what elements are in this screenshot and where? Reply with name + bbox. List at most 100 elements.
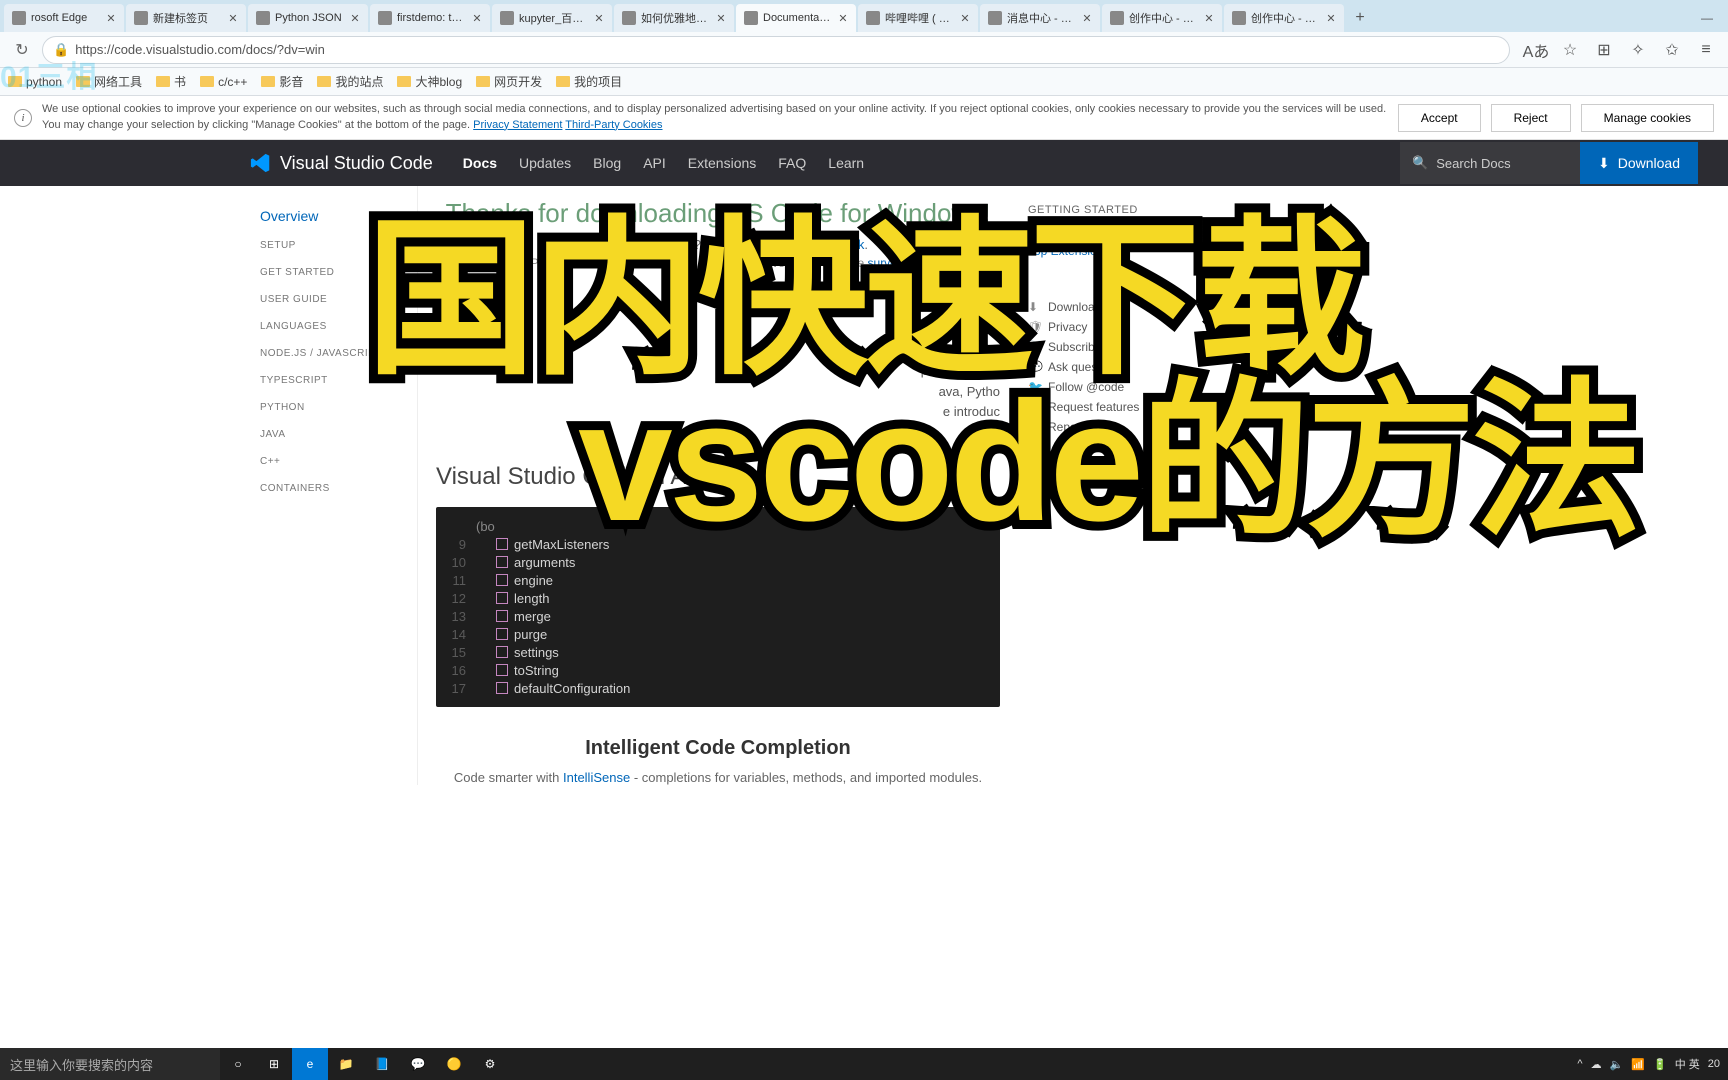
taskbar-search[interactable]: 这里输入你要搜索的内容 bbox=[0, 1048, 220, 1080]
close-icon[interactable]: ✕ bbox=[714, 11, 728, 25]
browser-tab-bar: rosoft Edge✕ 新建标签页✕ Python JSON✕ firstde… bbox=[0, 0, 1728, 32]
privacy-link[interactable]: Privacy Statement bbox=[473, 119, 562, 131]
browser-tab[interactable]: 创作中心 - 哔哩哔✕ bbox=[1224, 4, 1344, 32]
close-icon[interactable]: ✕ bbox=[1202, 11, 1216, 25]
browser-tab[interactable]: 新建标签页✕ bbox=[126, 4, 246, 32]
close-icon[interactable]: ✕ bbox=[104, 11, 118, 25]
browser-tab[interactable]: 消息中心 - 哔哩哔✕ bbox=[980, 4, 1100, 32]
nav-extensions[interactable]: Extensions bbox=[688, 155, 756, 171]
manage-cookies-button[interactable]: Manage cookies bbox=[1581, 104, 1714, 132]
sidebar-python[interactable]: PYTHON bbox=[260, 398, 417, 417]
accept-button[interactable]: Accept bbox=[1398, 104, 1481, 132]
tray-chevron-icon[interactable]: ^ bbox=[1577, 1058, 1582, 1070]
close-icon[interactable]: ✕ bbox=[836, 11, 850, 25]
bookmark-folder[interactable]: 大神blog bbox=[397, 73, 462, 90]
sidebar-containers[interactable]: CONTAINERS bbox=[260, 479, 417, 498]
browser-tab-active[interactable]: Documentation f✕ bbox=[736, 4, 856, 32]
nav-faq[interactable]: FAQ bbox=[778, 155, 806, 171]
sidebar-typescript[interactable]: TYPESCRIPT bbox=[260, 371, 417, 390]
sidebar-link[interactable]: VS Code in Action bbox=[1028, 224, 1198, 238]
favorites-icon[interactable]: ☆ bbox=[1556, 36, 1584, 64]
tray-battery-icon[interactable]: 🔋 bbox=[1653, 1058, 1667, 1071]
collections-icon[interactable]: ⊞ bbox=[1590, 36, 1618, 64]
bookmark-folder[interactable]: 网页开发 bbox=[476, 73, 542, 90]
tray-wifi-icon[interactable]: 📶 bbox=[1631, 1058, 1645, 1071]
nav-blog[interactable]: Blog bbox=[593, 155, 621, 171]
app-icon[interactable]: 📘 bbox=[364, 1048, 400, 1080]
bookmark-folder[interactable]: 我的站点 bbox=[317, 73, 383, 90]
nav-learn[interactable]: Learn bbox=[828, 155, 864, 171]
tray-ime[interactable]: 中 英 bbox=[1675, 1056, 1700, 1072]
cortana-icon[interactable]: ○ bbox=[220, 1048, 256, 1080]
tray-clock[interactable]: 20 bbox=[1708, 1058, 1720, 1070]
sidebar-link[interactable]: 💡Request features bbox=[1028, 400, 1198, 414]
refresh-button[interactable]: ↻ bbox=[8, 36, 36, 64]
sidebar-languages[interactable]: LANGUAGES bbox=[260, 317, 417, 336]
nav-api[interactable]: API bbox=[643, 155, 666, 171]
obs-icon[interactable]: ⚙ bbox=[472, 1048, 508, 1080]
browser-tab[interactable]: Python JSON✕ bbox=[248, 4, 368, 32]
taskview-icon[interactable]: ⊞ bbox=[256, 1048, 292, 1080]
sidebar-nodejs[interactable]: NODE.JS / JAVASCRIPT bbox=[260, 344, 417, 363]
add-favorite-icon[interactable]: ✩ bbox=[1658, 36, 1686, 64]
read-aloud-icon[interactable]: Aあ bbox=[1522, 36, 1550, 64]
edge-icon[interactable]: e bbox=[292, 1048, 328, 1080]
tray-cloud-icon[interactable]: ☁ bbox=[1591, 1058, 1602, 1071]
minimize-button[interactable]: — bbox=[1686, 4, 1728, 32]
search-docs-input[interactable]: 🔍Search Docs bbox=[1400, 142, 1580, 184]
bookmark-folder[interactable]: python bbox=[8, 75, 62, 89]
direct-download-link[interactable]: direct download link bbox=[750, 237, 864, 252]
nav-updates[interactable]: Updates bbox=[519, 155, 571, 171]
reject-button[interactable]: Reject bbox=[1491, 104, 1571, 132]
browser-tab[interactable]: firstdemo: test✕ bbox=[370, 4, 490, 32]
sidebar-link[interactable]: 🐞Report issues bbox=[1028, 420, 1198, 434]
tray-network-icon[interactable]: 🔈 bbox=[1610, 1058, 1624, 1071]
sidebar-overview[interactable]: Overview bbox=[260, 204, 417, 228]
browser-tab[interactable]: 创作中心 - 哔哩哔✕ bbox=[1102, 4, 1222, 32]
sidebar-link[interactable]: 🛡Privacy bbox=[1028, 320, 1198, 334]
sidebar-userguide[interactable]: USER GUIDE bbox=[260, 290, 417, 309]
close-icon[interactable]: ✕ bbox=[592, 11, 606, 25]
app-icon[interactable]: 🟡 bbox=[436, 1048, 472, 1080]
sidebar-cpp[interactable]: C++ bbox=[260, 452, 417, 471]
survey-link[interactable]: survey bbox=[868, 256, 902, 270]
nav-docs[interactable]: Docs bbox=[463, 155, 497, 171]
thirdparty-link[interactable]: Third-Party Cookies bbox=[565, 119, 662, 131]
intellisense-link[interactable]: IntelliSense bbox=[563, 770, 630, 785]
url-field[interactable]: 🔒https://code.visualstudio.com/docs/?dv=… bbox=[42, 36, 1510, 64]
bookmark-folder[interactable]: 书 bbox=[156, 73, 186, 90]
close-icon[interactable]: ✕ bbox=[1080, 11, 1094, 25]
getting-started-heading: GETTING STARTED bbox=[1028, 204, 1198, 216]
close-icon[interactable]: ✕ bbox=[1324, 11, 1338, 25]
sidebar-link[interactable]: 🐦Follow @code bbox=[1028, 380, 1198, 394]
browser-tab[interactable]: 如何优雅地使用 J✕ bbox=[614, 4, 734, 32]
browser-tab[interactable]: kupyter_百度搜索✕ bbox=[492, 4, 612, 32]
extensions-icon[interactable]: ✧ bbox=[1624, 36, 1652, 64]
sidebar-setup[interactable]: SETUP bbox=[260, 236, 417, 255]
bookmark-folder[interactable]: c/c++ bbox=[200, 75, 247, 89]
vscode-logo[interactable]: Visual Studio Code bbox=[250, 152, 433, 174]
menu-icon[interactable]: ≡ bbox=[1692, 36, 1720, 64]
browser-tab[interactable]: rosoft Edge✕ bbox=[4, 4, 124, 32]
download-button[interactable]: ⬇Download bbox=[1580, 142, 1698, 184]
close-icon[interactable]: ✕ bbox=[226, 11, 240, 25]
close-icon[interactable]: ✕ bbox=[470, 11, 484, 25]
explorer-icon[interactable]: 📁 bbox=[328, 1048, 364, 1080]
browser-tab[interactable]: 哔哩哔哩 ( ゜- ゜)✕ bbox=[858, 4, 978, 32]
new-tab-button[interactable]: + bbox=[1346, 4, 1374, 32]
sidebar-link[interactable]: 💬Ask questions bbox=[1028, 360, 1198, 374]
bookmark-folder[interactable]: 网络工具 bbox=[76, 73, 142, 90]
sidebar-link[interactable]: 📡Subscribe bbox=[1028, 340, 1198, 354]
close-icon[interactable]: ✕ bbox=[348, 11, 362, 25]
wechat-icon[interactable]: 💬 bbox=[400, 1048, 436, 1080]
close-icon[interactable]: ✕ bbox=[958, 11, 972, 25]
bookmark-folder[interactable]: 影音 bbox=[261, 73, 303, 90]
sidebar-getstarted[interactable]: GET STARTED bbox=[260, 263, 417, 282]
sidebar-link[interactable]: ⬇Downloads bbox=[1028, 300, 1198, 314]
folder-icon bbox=[476, 76, 490, 87]
rss-icon: 📡 bbox=[1028, 340, 1042, 354]
sidebar-link[interactable]: Top Extensions bbox=[1028, 244, 1198, 258]
bookmark-folder[interactable]: 我的项目 bbox=[556, 73, 622, 90]
sidebar-java[interactable]: JAVA bbox=[260, 425, 417, 444]
folder-icon bbox=[76, 76, 90, 87]
